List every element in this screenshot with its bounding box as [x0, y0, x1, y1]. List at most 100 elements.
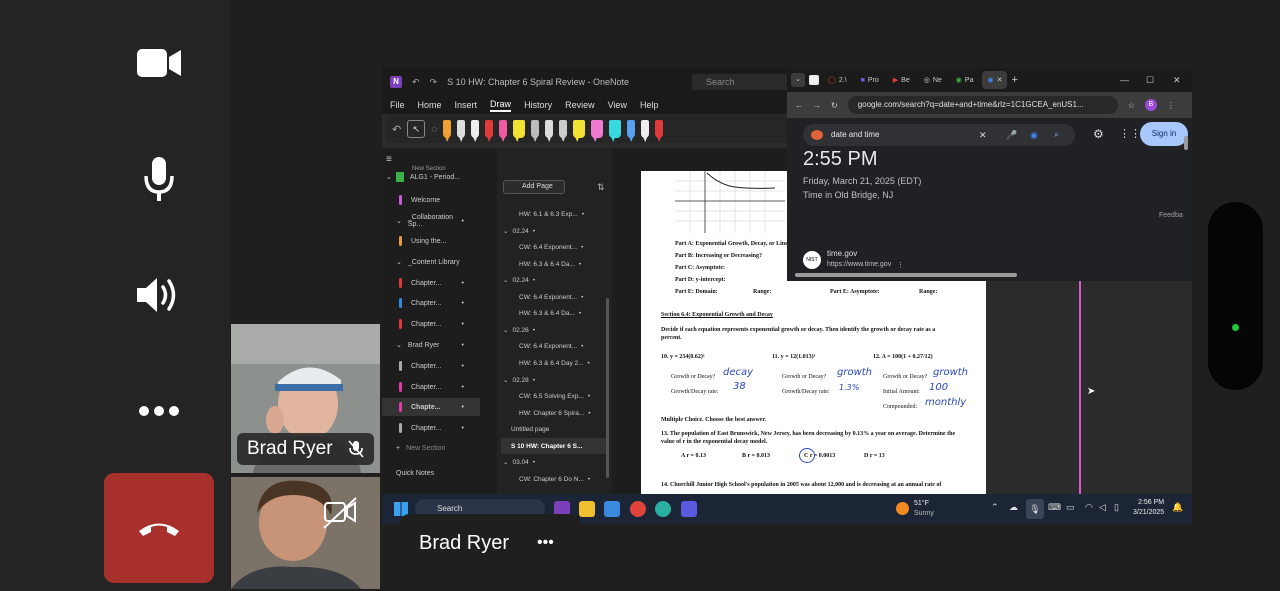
maximize-icon[interactable]: ☐ — [1146, 75, 1154, 86]
page-item[interactable]: HW: 6.3 & 6.4 Day 2... • — [501, 355, 609, 371]
menu-view[interactable]: View — [608, 100, 627, 110]
tab-0[interactable] — [809, 75, 819, 85]
lens-search-icon[interactable]: ◉ — [1030, 130, 1038, 141]
tab-1[interactable]: ◯ 2.\ — [823, 71, 852, 89]
page-item[interactable]: Untitled page — [501, 421, 609, 437]
highlighter-pink[interactable] — [591, 120, 604, 138]
pen-white[interactable] — [457, 120, 466, 138]
settings-gear-icon[interactable]: ⚙ — [1093, 127, 1104, 141]
page-item[interactable]: HW: 6.3 & 6.4 Da... • — [501, 305, 609, 321]
feedback-link[interactable]: Feedba — [1159, 212, 1183, 219]
microphone-button[interactable] — [118, 138, 200, 220]
notification-bell-icon[interactable]: 🔔 — [1172, 502, 1183, 513]
profile-avatar[interactable]: B — [1144, 99, 1157, 111]
volume-icon[interactable]: ◁ — [1099, 502, 1106, 513]
menu-file[interactable]: File — [390, 100, 405, 110]
page-item[interactable]: CW: 6.5 Solving Exp... • — [501, 388, 609, 404]
section-item[interactable]: Quick Notes — [382, 464, 480, 482]
back-icon[interactable]: ← — [795, 101, 803, 110]
page-group-header[interactable]: ⌄ 02.28 • — [501, 372, 609, 388]
apps-grid-icon[interactable]: ⋮⋮ — [1119, 127, 1141, 140]
result-site-name[interactable]: time.gov — [827, 249, 857, 258]
pen-red-2[interactable] — [655, 120, 664, 138]
page-item[interactable]: HW: Chapter 6 Spira... • — [501, 405, 609, 421]
chrome-taskbar-icon[interactable] — [630, 501, 646, 517]
mic-muted-tray-icon[interactable]: 🎙 — [1026, 499, 1044, 519]
menu-home[interactable]: Home — [418, 100, 442, 110]
highlighter-cyan[interactable] — [609, 120, 622, 138]
self-video-tile[interactable] — [231, 477, 380, 589]
page-item[interactable]: HW: 6.1 & 6.3 Exp... • — [501, 206, 609, 222]
highlighter-yellow[interactable] — [513, 120, 526, 138]
store-icon[interactable] — [604, 501, 620, 517]
vertical-scrollbar[interactable] — [1184, 136, 1188, 150]
page-item[interactable]: CW: Chapter 6 Do N... • — [501, 471, 609, 487]
pen-pink[interactable] — [499, 120, 508, 138]
tab-2[interactable]: ■ Pro — [856, 71, 884, 89]
page-item[interactable]: CW: 6.4 Exponent... • — [501, 289, 609, 305]
horizontal-scrollbar[interactable] — [795, 273, 1017, 277]
section-item[interactable]: Chapte... • — [382, 398, 480, 416]
section-item[interactable]: + New Section — [382, 439, 480, 457]
tray-chevron-icon[interactable]: ⌃ — [991, 502, 999, 513]
taskbar-date[interactable]: 3/21/2025 — [1133, 509, 1164, 516]
section-item[interactable]: Chapter... • — [382, 274, 480, 292]
wifi-icon[interactable]: ◠ — [1085, 502, 1093, 513]
tab-search-icon[interactable]: ⌄ — [791, 73, 805, 87]
result-menu-icon[interactable]: ⋮ — [897, 261, 904, 269]
section-item[interactable]: Chapter... • — [382, 378, 480, 396]
voice-search-icon[interactable]: 🎤 — [1006, 130, 1017, 141]
speaker-more-button[interactable]: ••• — [537, 514, 554, 572]
teams-icon[interactable] — [681, 501, 697, 517]
camera-button[interactable] — [118, 22, 200, 104]
page-group-header[interactable]: ⌄ 02.26 • — [501, 322, 609, 338]
file-explorer-icon[interactable] — [579, 501, 595, 517]
onedrive-icon[interactable]: ☁ — [1009, 502, 1018, 513]
page-item[interactable]: S 10 HW: Chapter 6 S... — [501, 438, 609, 454]
undo-icon[interactable]: ↶ — [412, 77, 420, 88]
page-item[interactable]: CW: 6.4 Exponent... • — [501, 239, 609, 255]
page-group-header[interactable]: ⌄ 03.04 • — [501, 454, 609, 470]
keyboard-icon[interactable]: ⌨ — [1048, 502, 1061, 513]
menu-insert[interactable]: Insert — [455, 100, 478, 110]
pen-blue[interactable] — [627, 120, 636, 138]
onenote-search-input[interactable]: Search — [692, 74, 787, 90]
tab-4[interactable]: ◎ Ne — [919, 71, 947, 89]
close-tab-icon[interactable]: ✕ — [997, 76, 1003, 84]
new-tab-icon[interactable]: + — [1011, 74, 1017, 86]
section-item[interactable]: Welcome — [382, 191, 480, 209]
forward-icon[interactable]: → — [813, 101, 821, 110]
section-item[interactable]: ⌄ _Content Library — [382, 253, 480, 271]
notebook-selector[interactable]: ⌄ ALG1 - Period... — [382, 168, 480, 186]
hamburger-icon[interactable]: ≡ — [386, 154, 392, 165]
display-icon[interactable]: ▭ — [1066, 502, 1075, 513]
pen-black-2[interactable] — [641, 120, 650, 138]
search-icon[interactable]: ⌕ — [1054, 129, 1059, 140]
reload-icon[interactable]: ↻ — [831, 101, 838, 110]
speaker-button[interactable] — [118, 254, 200, 336]
page-scrollbar[interactable] — [606, 298, 609, 478]
menu-help[interactable]: Help — [640, 100, 659, 110]
select-tool-icon[interactable]: ↖ — [407, 120, 426, 138]
section-item[interactable]: Chapter... • — [382, 294, 480, 312]
lasso-undo-icon[interactable]: ↶ — [392, 123, 401, 136]
more-options-button[interactable] — [118, 370, 200, 452]
side-status-panel[interactable] — [1208, 202, 1263, 390]
lasso-icon[interactable]: ◌ — [431, 124, 437, 135]
highlighter-yellow-2[interactable] — [573, 120, 586, 138]
page-group-header[interactable]: ⌄ 02.24 • — [501, 272, 609, 288]
add-page-button[interactable]: Add Page — [503, 180, 565, 194]
clear-search-icon[interactable]: ✕ — [979, 130, 987, 141]
page-item[interactable]: CW: 6.4 Exponent... • — [501, 338, 609, 354]
sort-icon[interactable]: ⇅ — [597, 182, 605, 193]
pen-dark[interactable] — [559, 120, 568, 138]
section-item[interactable]: ⌄ Brad Ryer • — [382, 336, 480, 354]
url-input[interactable]: google.com/search?q=date+and+time&rlz=1C… — [847, 96, 1118, 114]
section-item[interactable]: Chapter... • — [382, 315, 480, 333]
menu-history[interactable]: History — [524, 100, 552, 110]
section-item[interactable]: Using the... — [382, 232, 480, 250]
redo-icon[interactable]: ↷ — [430, 77, 438, 88]
result-site-url[interactable]: https://www.time.gov — [827, 261, 891, 268]
pen-gray[interactable] — [545, 120, 554, 138]
page-item[interactable]: HW: 6.3 & 6.4 Da... • — [501, 256, 609, 272]
